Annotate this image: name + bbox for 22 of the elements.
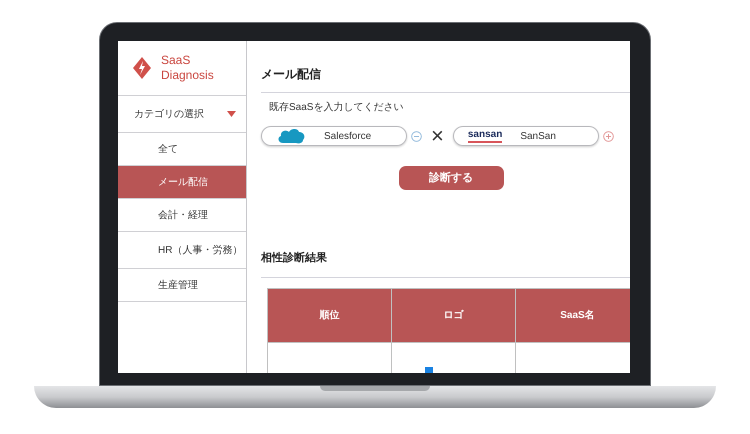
brand-logo: sansan (468, 130, 502, 142)
instruction-text: 既存SaaSを入力してください (269, 100, 404, 115)
cloud-logo-icon (276, 127, 306, 145)
table-header-cell: SaaS名 (516, 288, 630, 342)
diagnose-button[interactable]: 診断する (398, 166, 504, 190)
section-title: メール配信 (261, 66, 322, 83)
table-header-cell: ロゴ (392, 288, 515, 342)
minus-icon[interactable] (411, 130, 422, 142)
category-item[interactable]: 生産管理 (118, 269, 246, 302)
app-logo-text: SaaS Diagnosis (161, 53, 215, 83)
saas-input-field[interactable]: Salesforce (261, 126, 407, 146)
lightning-diamond-logo-icon (133, 57, 151, 79)
plus-icon[interactable] (602, 130, 614, 142)
section-title: 相性診断結果 (261, 250, 328, 266)
category-header[interactable]: カテゴリの選択 (118, 96, 246, 133)
combine-symbol: × (431, 125, 444, 147)
saas-input-field[interactable]: sansan SanSan (452, 126, 599, 146)
logo-placeholder (424, 366, 432, 372)
category-item[interactable]: 会計・経理 (118, 199, 246, 232)
category-item[interactable]: メール配信 (118, 166, 246, 199)
table-header-cell: 順位 (268, 288, 391, 342)
category-item[interactable]: HR（人事・労務） (118, 232, 246, 269)
